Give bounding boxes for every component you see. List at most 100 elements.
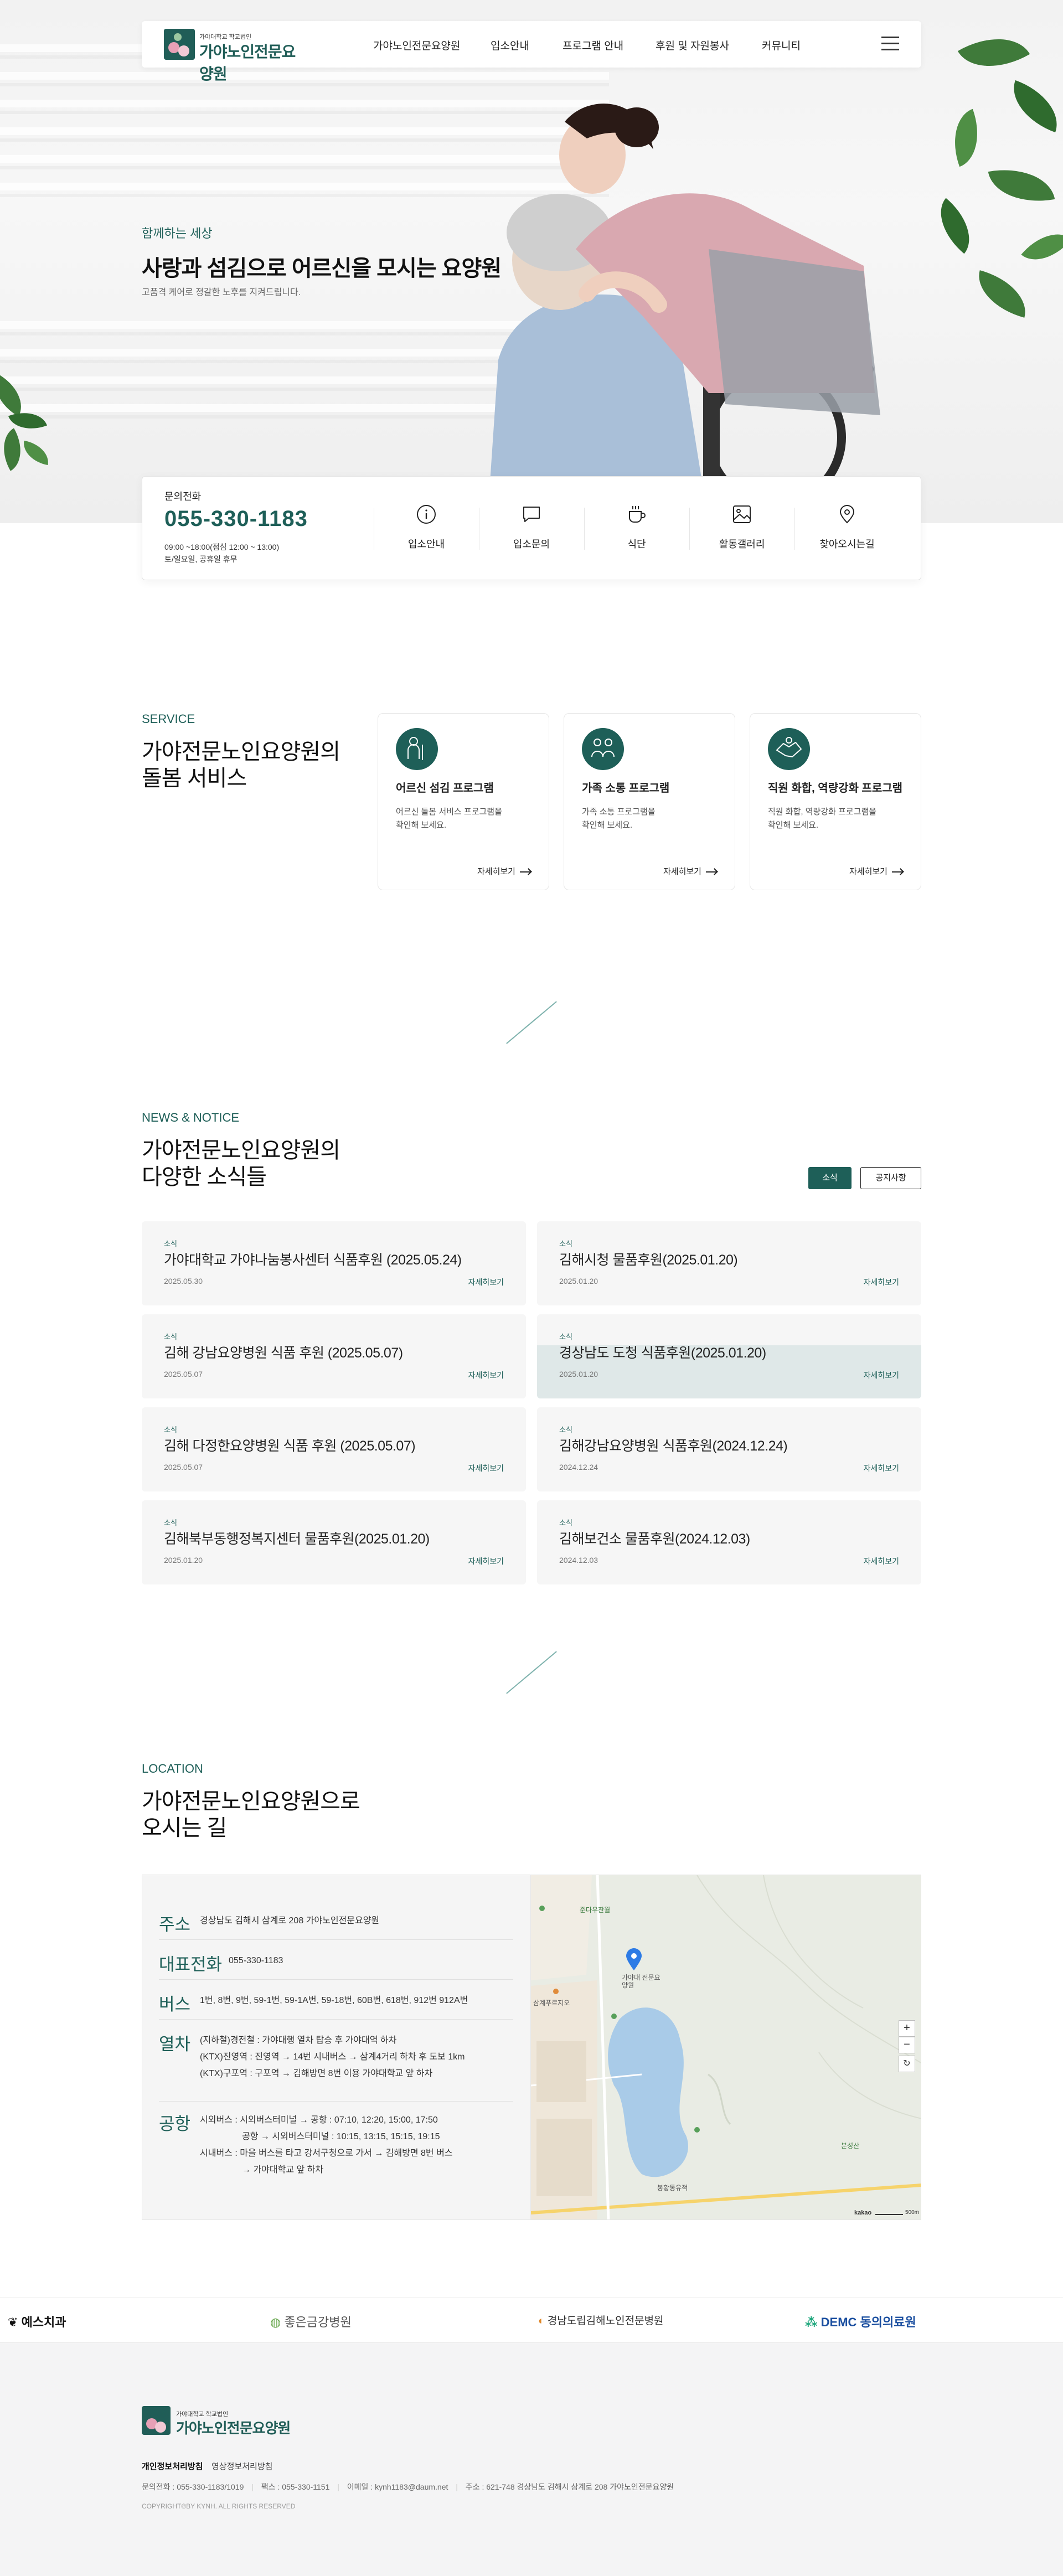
partner-dongeui-medical[interactable]: ⁂ DEMC 동의의료원: [805, 2312, 916, 2330]
partner-geumgang-hospital[interactable]: ◍ 좋은금강병원: [270, 2312, 352, 2330]
separator: |: [456, 2482, 458, 2491]
news-more-link[interactable]: 자세히보기: [864, 1277, 899, 1288]
train-line: (지하철)경전철 : 가야대행 열차 탑승 후 가야대역 하차: [200, 2036, 397, 2045]
location-eyebrow: LOCATION: [142, 1762, 203, 1775]
news-more-link[interactable]: 자세히보기: [864, 1370, 899, 1381]
news-more-link[interactable]: 자세히보기: [864, 1556, 899, 1567]
footer-logo[interactable]: 가야대학교 학교법인 가야노인전문요양원: [142, 2406, 308, 2439]
footer-address: 주소 : 621-748 경상남도 김해시 삼계로 208 가야노인전문요양원: [465, 2482, 674, 2491]
airport-line: 시내버스 : 마을 버스를 타고 강서구청으로 가서 → 김해방면 8번 버스: [200, 2149, 453, 2158]
hamburger-menu-icon[interactable]: [881, 37, 899, 51]
contact-phone[interactable]: 055-330-1183: [164, 507, 308, 531]
quick-link-directions[interactable]: 찾아오시는길: [794, 477, 900, 581]
separator: |: [251, 2482, 254, 2491]
news-date: 2025.01.20: [559, 1277, 598, 1286]
chat-icon: [523, 507, 540, 522]
bus-text: 1번, 8번, 9번, 59-1번, 59-1A번, 59-18번, 60B번,…: [200, 1996, 468, 2005]
image-icon: [733, 505, 751, 523]
nav-support[interactable]: 후원 및 자원봉사: [656, 38, 729, 53]
kakao-logo: kakao: [854, 2210, 872, 2216]
service-card-staff[interactable]: 직원 화합, 역량강화 프로그램 직원 화합, 역량강화 프로그램을 확인해 보세…: [750, 713, 921, 890]
news-card[interactable]: 소식 김해보건소 물품후원(2024.12.03) 2024.12.03 자세히…: [537, 1500, 921, 1584]
location-pin-icon[interactable]: [626, 1948, 642, 1970]
service-name: 가족 소통 프로그램: [582, 782, 670, 794]
phone-text: 055-330-1183: [229, 1956, 283, 1965]
airport-line: 공항 → 시외버스터미널 : 10:15, 13:15, 15:15, 19:1…: [242, 2132, 440, 2141]
tab-notice[interactable]: 공지사항: [860, 1167, 921, 1189]
service-more-link[interactable]: 자세히보기: [477, 865, 531, 877]
hero-section: 함께하는 세상 사랑과 섬김으로 어르신을 모시는 요양원 고품격 케어로 정갈…: [0, 0, 1063, 523]
news-more-link[interactable]: 자세히보기: [864, 1463, 899, 1474]
news-category: 소식: [559, 1240, 572, 1248]
service-card-elder[interactable]: 어르신 섬김 프로그램 어르신 돌봄 서비스 프로그램을 확인해 보세요. 자세히…: [378, 713, 549, 890]
airport-text: 시외버스 : 시외버스터미널 → 공항 : 07:10, 12:20, 15:0…: [200, 2112, 453, 2178]
video-policy-link[interactable]: 영상정보처리방침: [211, 2460, 272, 2472]
service-description: 어르신 돌봄 서비스 프로그램을 확인해 보세요.: [396, 806, 534, 832]
quick-link-label: 식단: [627, 539, 646, 550]
map-label: 삼계푸르지오: [533, 1999, 570, 2007]
quick-link-gallery[interactable]: 활동갤러리: [689, 477, 794, 581]
divider: [159, 2019, 513, 2020]
map-label: 분성산: [841, 2142, 860, 2150]
news-more-link[interactable]: 자세히보기: [468, 1463, 504, 1474]
partner-yes-dental[interactable]: ❦ 예스치과: [8, 2312, 66, 2330]
news-date: 2024.12.03: [559, 1556, 598, 1565]
news-more-link[interactable]: 자세히보기: [468, 1370, 504, 1381]
news-category: 소식: [164, 1426, 177, 1434]
site-logo[interactable]: 가야대학교 학교법인 가야노인전문요양원: [142, 21, 308, 82]
quick-link-menu[interactable]: 식단: [584, 477, 689, 581]
site-header: 가야대학교 학교법인 가야노인전문요양원 가야노인전문요양원 입소안내 프로그램…: [142, 21, 921, 82]
logo-emblem-icon: [164, 29, 195, 60]
news-title: 김해북부동행정복지센터 물품후원(2025.01.20): [164, 1531, 430, 1547]
news-card[interactable]: 소식 김해북부동행정복지센터 물품후원(2025.01.20) 2025.01.…: [142, 1500, 526, 1584]
news-more-link[interactable]: 자세히보기: [468, 1556, 504, 1567]
location-title-line: 가야전문노인요양원으로: [142, 1789, 360, 1814]
service-more-link[interactable]: 자세히보기: [849, 865, 903, 877]
service-card-family[interactable]: 가족 소통 프로그램 가족 소통 프로그램을 확인해 보세요. 자세히보기: [564, 713, 735, 890]
address-heading: 주소: [159, 1915, 191, 1934]
quick-link-admission-inquiry[interactable]: 입소문의: [479, 477, 584, 581]
partner-name: DEMC 동의의료원: [821, 2315, 916, 2329]
service-description: 직원 화합, 역량강화 프로그램을 확인해 보세요.: [768, 806, 906, 832]
service-description: 가족 소통 프로그램을 확인해 보세요.: [582, 806, 720, 832]
service-name: 어르신 섬김 프로그램: [396, 782, 494, 794]
service-title: 가야전문노인요양원의 돌봄 서비스: [142, 739, 340, 792]
service-name: 직원 화합, 역량강화 프로그램: [768, 782, 903, 794]
train-line: (KTX)진영역 : 진영역 → 14번 시내버스 → 삼계4거리 하차 후 도…: [200, 2052, 465, 2062]
news-date: 2025.05.07: [164, 1463, 203, 1472]
zoom-in-button[interactable]: +: [899, 2020, 915, 2037]
train-line: (KTX)구포역 : 구포역 → 김해방면 8번 이용 가야대학교 앞 하차: [200, 2069, 433, 2078]
handshake-icon: [768, 728, 810, 770]
tab-news[interactable]: 소식: [808, 1167, 852, 1189]
reset-map-icon[interactable]: ↻: [899, 2056, 915, 2072]
desc-line: 확인해 보세요.: [396, 820, 447, 830]
desc-line: 확인해 보세요.: [768, 820, 819, 830]
footer-fax: 팩스 : 055-330-1151: [261, 2482, 330, 2491]
nav-about[interactable]: 가야노인전문요양원: [373, 38, 460, 53]
service-eyebrow: SERVICE: [142, 712, 195, 726]
closed-days-line: 토/일요일, 공휴일 휴무: [164, 555, 238, 564]
news-card[interactable]: 소식 김해 다정한요양병원 식품 후원 (2025.05.07) 2025.05…: [142, 1407, 526, 1491]
partner-gyeongnam-elder-hospital[interactable]: ◐ 경남도립김해노인전문병원: [538, 2312, 664, 2327]
news-date: 2025.05.07: [164, 1370, 203, 1379]
separator: |: [337, 2482, 339, 2491]
nav-admission[interactable]: 입소안내: [491, 38, 529, 53]
nav-program[interactable]: 프로그램 안내: [563, 38, 623, 53]
privacy-policy-link[interactable]: 개인정보처리방침: [142, 2460, 203, 2472]
kakao-map[interactable]: 준다우잔월 가야대 전문요양원 삼계푸르지오 분성산 봉황동유적 kakao 5…: [530, 1875, 921, 2220]
news-card[interactable]: 소식 김해시청 물품후원(2025.01.20) 2025.01.20 자세히보…: [537, 1221, 921, 1305]
news-title: 김해 다정한요양병원 식품 후원 (2025.05.07): [164, 1438, 416, 1454]
news-card[interactable]: 소식 가야대학교 가야나눔봉사센터 식품후원 (2025.05.24) 2025…: [142, 1221, 526, 1305]
news-card[interactable]: 소식 김해 강남요양병원 식품 후원 (2025.05.07) 2025.05.…: [142, 1314, 526, 1398]
news-card[interactable]: 소식 김해강남요양병원 식품후원(2024.12.24) 2024.12.24 …: [537, 1407, 921, 1491]
zoom-out-button[interactable]: −: [899, 2037, 915, 2053]
news-title-line: 가야전문노인요양원의: [142, 1138, 340, 1163]
service-more-link[interactable]: 자세히보기: [663, 865, 717, 877]
divider: [159, 1979, 513, 1980]
desc-line: 가족 소통 프로그램을: [582, 807, 656, 817]
news-card-hovered[interactable]: 소식 경상남도 도청 식품후원(2025.01.20) 2025.01.20 자…: [537, 1314, 921, 1398]
quick-link-admission-info[interactable]: 입소안내: [374, 477, 479, 581]
news-eyebrow: NEWS & NOTICE: [142, 1111, 240, 1124]
news-more-link[interactable]: 자세히보기: [468, 1277, 504, 1288]
nav-community[interactable]: 커뮤니티: [762, 38, 801, 53]
